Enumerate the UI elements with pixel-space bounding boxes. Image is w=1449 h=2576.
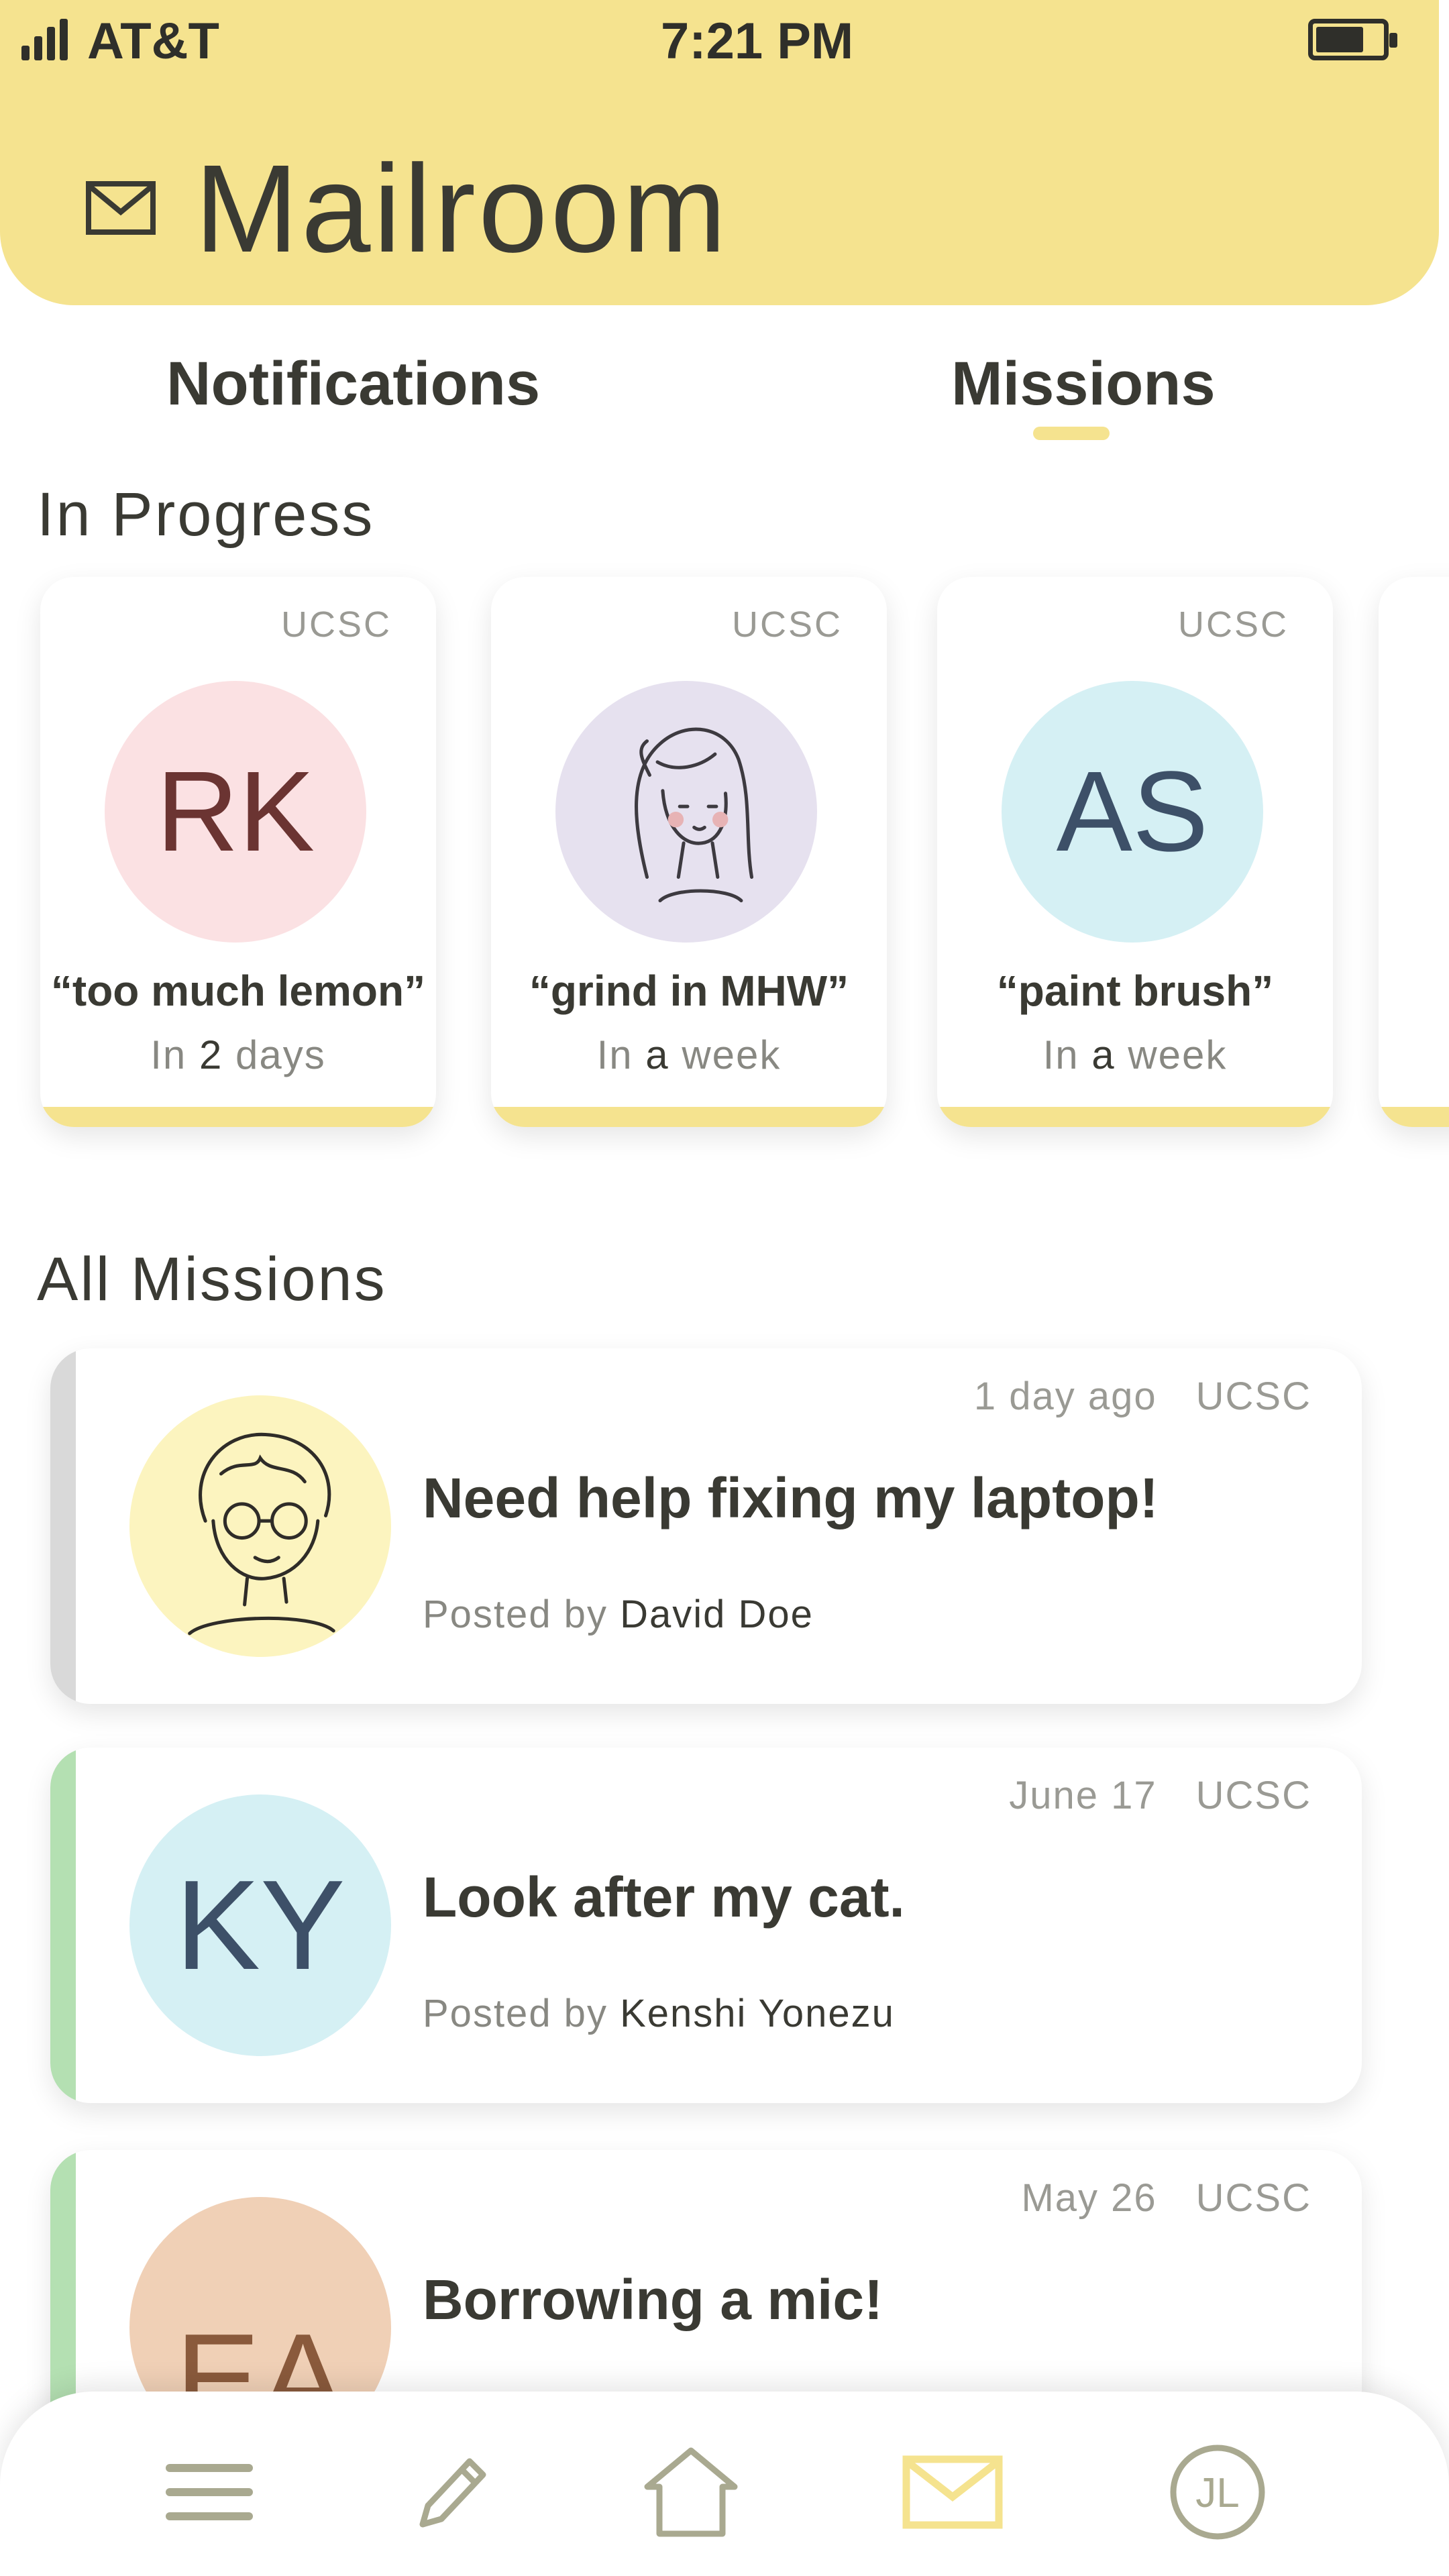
tab-notifications[interactable]: Notifications — [166, 349, 540, 419]
signal-icon — [21, 19, 68, 60]
card-due: In a week — [596, 1032, 782, 1077]
battery-icon — [1308, 19, 1397, 60]
mission-card[interactable]: KY June 17 UCSC Look after my cat. Posted… — [50, 1748, 1362, 2103]
card-tag: UCSC — [280, 604, 392, 645]
avatar-girl-drawing — [555, 681, 817, 943]
in-progress-card-partial[interactable] — [1379, 577, 1449, 1127]
card-due: In a week — [1042, 1032, 1228, 1077]
card-accent-bar — [491, 1107, 887, 1127]
home-icon[interactable] — [634, 2445, 748, 2539]
mission-title: Look after my cat. — [423, 1866, 905, 1929]
envelope-icon — [86, 181, 156, 235]
card-due: In 2 days — [150, 1032, 326, 1077]
active-tab-indicator — [1033, 427, 1110, 440]
avatar-boy-drawing — [129, 1395, 391, 1657]
card-quote: “too much lemon” — [50, 967, 426, 1015]
in-progress-card[interactable]: UCSC RK “too much lemon” In 2 days — [40, 577, 436, 1127]
carrier-label: AT&T — [87, 13, 219, 70]
bottom-nav: JL — [0, 2392, 1449, 2576]
mail-icon[interactable] — [896, 2445, 1010, 2539]
mission-title: Borrowing a mic! — [423, 2268, 883, 2331]
profile-avatar[interactable]: JL — [1161, 2445, 1275, 2540]
card-tag: UCSC — [1177, 604, 1289, 645]
pencil-icon[interactable] — [394, 2445, 508, 2539]
all-missions-heading: All Missions — [37, 1245, 387, 1313]
svg-text:JL: JL — [1195, 2470, 1239, 2516]
mission-poster: Posted by Kenshi Yonezu — [423, 1992, 895, 2035]
mission-meta: 1 day ago UCSC — [973, 1375, 1311, 1418]
mission-poster: Posted by David Doe — [423, 1593, 814, 1636]
in-progress-card[interactable]: UCSC AS “paint brush” In a week — [937, 577, 1333, 1127]
menu-icon[interactable] — [152, 2445, 266, 2539]
in-progress-card[interactable]: UCSC “grind in MHW” In a week — [491, 577, 887, 1127]
card-tag: UCSC — [731, 604, 843, 645]
avatar: RK — [105, 681, 366, 943]
mission-title: Need help fixing my laptop! — [423, 1466, 1159, 1529]
status-bar: AT&T 7:21 PM — [0, 0, 1449, 80]
card-accent-bar — [40, 1107, 436, 1127]
page-title: Mailroom — [195, 140, 729, 278]
mission-status-accent — [50, 1748, 76, 2103]
card-accent-bar — [937, 1107, 1333, 1127]
mission-card[interactable]: 1 day ago UCSC Need help fixing my laptop… — [50, 1348, 1362, 1704]
card-quote: “paint brush” — [996, 967, 1274, 1015]
tab-missions[interactable]: Missions — [951, 349, 1216, 419]
avatar: AS — [1002, 681, 1263, 943]
mission-meta: May 26 UCSC — [1021, 2176, 1311, 2220]
mission-status-accent — [50, 1348, 76, 1704]
clock: 7:21 PM — [661, 13, 854, 70]
mission-meta: June 17 UCSC — [1009, 1774, 1311, 1817]
avatar: KY — [129, 1794, 391, 2056]
in-progress-heading: In Progress — [37, 480, 375, 549]
card-quote: “grind in MHW” — [529, 967, 849, 1015]
